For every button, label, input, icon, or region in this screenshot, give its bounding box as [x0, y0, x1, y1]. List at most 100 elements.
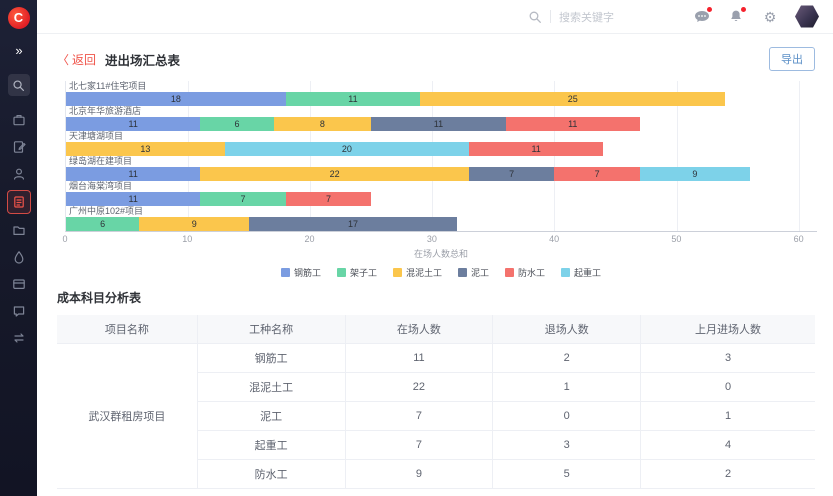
table-cell: 2	[641, 460, 815, 489]
analysis-table: 项目名称工种名称在场人数退场人数上月进场人数 武汉群租房项目钢筋工1123混泥土…	[57, 315, 815, 489]
chart-legend: 钢筋工 架子工 混泥土工 泥工 防水工 起重工	[65, 266, 817, 279]
bar-segment: 25	[420, 92, 725, 106]
table-cell: 钢筋工	[197, 344, 345, 373]
bar-track: 1177	[66, 192, 817, 206]
bar-segment: 6	[200, 117, 273, 131]
avatar[interactable]	[795, 5, 819, 29]
sidebar-item-users[interactable]	[8, 163, 30, 185]
x-tick-label: 60	[794, 234, 804, 244]
sidebar-item-cards[interactable]	[8, 273, 30, 295]
chart-bar-row: 烟台海棠湾项目1177	[66, 181, 817, 206]
sidebar: C »	[0, 0, 37, 496]
search-input[interactable]: 搜索关键字	[559, 9, 669, 25]
legend-item[interactable]: 混泥土工	[393, 266, 442, 279]
sidebar-nav	[7, 104, 31, 349]
legend-item[interactable]: 防水工	[505, 266, 545, 279]
table-cell: 1	[641, 402, 815, 431]
back-label: 返回	[72, 51, 96, 68]
legend-label: 架子工	[350, 266, 377, 279]
export-button[interactable]: 导出	[769, 47, 815, 71]
messages-button[interactable]	[693, 8, 711, 26]
legend-label: 泥工	[471, 266, 489, 279]
legend-swatch	[505, 268, 514, 277]
back-link[interactable]: 〈 返回	[57, 51, 96, 68]
bar-segment: 18	[66, 92, 286, 106]
legend-swatch	[337, 268, 346, 277]
table-column-header: 上月进场人数	[641, 315, 815, 344]
table-column-header: 退场人数	[493, 315, 641, 344]
bar-segment: 11	[66, 192, 200, 206]
chart-x-axis: 0102030405060	[65, 234, 817, 247]
sidebar-item-messages[interactable]	[8, 300, 30, 322]
document-edit-icon	[12, 140, 26, 154]
table-body: 武汉群租房项目钢筋工1123混泥土工2210泥工701起重工734防水工952	[57, 344, 815, 489]
table-cell: 起重工	[197, 431, 345, 460]
chart-bar-row: 天津塘湖项目132011	[66, 131, 817, 156]
table-cell: 泥工	[197, 402, 345, 431]
notification-dot	[741, 7, 746, 12]
briefcase-icon	[12, 113, 26, 127]
legend-swatch	[561, 268, 570, 277]
x-tick-label: 40	[549, 234, 559, 244]
gear-icon: ⚙	[764, 10, 777, 24]
table-cell: 混泥土工	[197, 373, 345, 402]
chat-icon	[12, 304, 26, 318]
table-column-header: 工种名称	[197, 315, 345, 344]
bar-category-label: 绿岛湖在建项目	[66, 156, 817, 167]
chart-plot: 北七家11#住宅项目181125北京年华旅游酒店11681111天津塘湖项目13…	[65, 81, 817, 232]
table-cell: 11	[345, 344, 493, 373]
legend-item[interactable]: 泥工	[458, 266, 489, 279]
message-icon	[694, 10, 710, 24]
table-cell: 9	[345, 460, 493, 489]
sidebar-item-water[interactable]	[8, 246, 30, 268]
bar-track: 6917	[66, 217, 817, 231]
table-row: 武汉群租房项目钢筋工1123	[57, 344, 815, 373]
report-icon	[12, 195, 26, 209]
bar-track: 1122779	[66, 167, 817, 181]
bar-segment: 6	[66, 217, 139, 231]
table-cell: 0	[493, 402, 641, 431]
bar-segment: 7	[286, 192, 371, 206]
legend-item[interactable]: 架子工	[337, 266, 377, 279]
legend-item[interactable]: 起重工	[561, 266, 601, 279]
chart-bar-row: 北京年华旅游酒店11681111	[66, 106, 817, 131]
table-cell: 22	[345, 373, 493, 402]
legend-item[interactable]: 钢筋工	[281, 266, 321, 279]
bar-segment: 22	[200, 167, 469, 181]
table-cell: 3	[493, 431, 641, 460]
notifications-button[interactable]	[727, 8, 745, 26]
bar-segment: 11	[371, 117, 505, 131]
sidebar-collapse-icon[interactable]: »	[15, 43, 21, 58]
id-card-icon	[12, 277, 26, 291]
bar-segment: 7	[469, 167, 554, 181]
sidebar-item-reports-active[interactable]	[7, 190, 31, 214]
project-name-cell: 武汉群租房项目	[57, 344, 197, 489]
x-axis-title: 在场人数总和	[65, 247, 817, 259]
table-title: 成本科目分析表	[57, 289, 815, 306]
transfer-icon	[12, 331, 26, 345]
topbar-search[interactable]: 搜索关键字	[528, 9, 669, 25]
bar-segment: 13	[66, 142, 225, 156]
x-tick-label: 20	[305, 234, 315, 244]
x-tick-label: 30	[427, 234, 437, 244]
bar-category-label: 北七家11#住宅项目	[66, 81, 817, 92]
sidebar-item-documents[interactable]	[8, 136, 30, 158]
bar-segment: 8	[274, 117, 372, 131]
page-content: 〈 返回 进出场汇总表 导出 北七家11#住宅项目181125北京年华旅游酒店1…	[37, 34, 833, 496]
legend-swatch	[281, 268, 290, 277]
main-area: 搜索关键字 ⚙ 〈 返回	[37, 0, 833, 496]
legend-label: 混泥土工	[406, 266, 442, 279]
table-section: 成本科目分析表 项目名称工种名称在场人数退场人数上月进场人数 武汉群租房项目钢筋…	[57, 289, 815, 489]
bar-segment: 11	[66, 117, 200, 131]
table-cell: 4	[641, 431, 815, 460]
stacked-bar-chart: 北七家11#住宅项目181125北京年华旅游酒店11681111天津塘湖项目13…	[65, 81, 817, 279]
bar-category-label: 广州中原102#项目	[66, 206, 817, 217]
sidebar-item-projects[interactable]	[8, 109, 30, 131]
settings-button[interactable]: ⚙	[761, 8, 779, 26]
sidebar-item-transfer[interactable]	[8, 327, 30, 349]
page-header: 〈 返回 进出场汇总表 导出	[37, 34, 833, 75]
user-icon	[12, 167, 26, 181]
sidebar-item-folders[interactable]	[8, 219, 30, 241]
table-cell: 7	[345, 431, 493, 460]
sidebar-item-search[interactable]	[8, 74, 30, 96]
